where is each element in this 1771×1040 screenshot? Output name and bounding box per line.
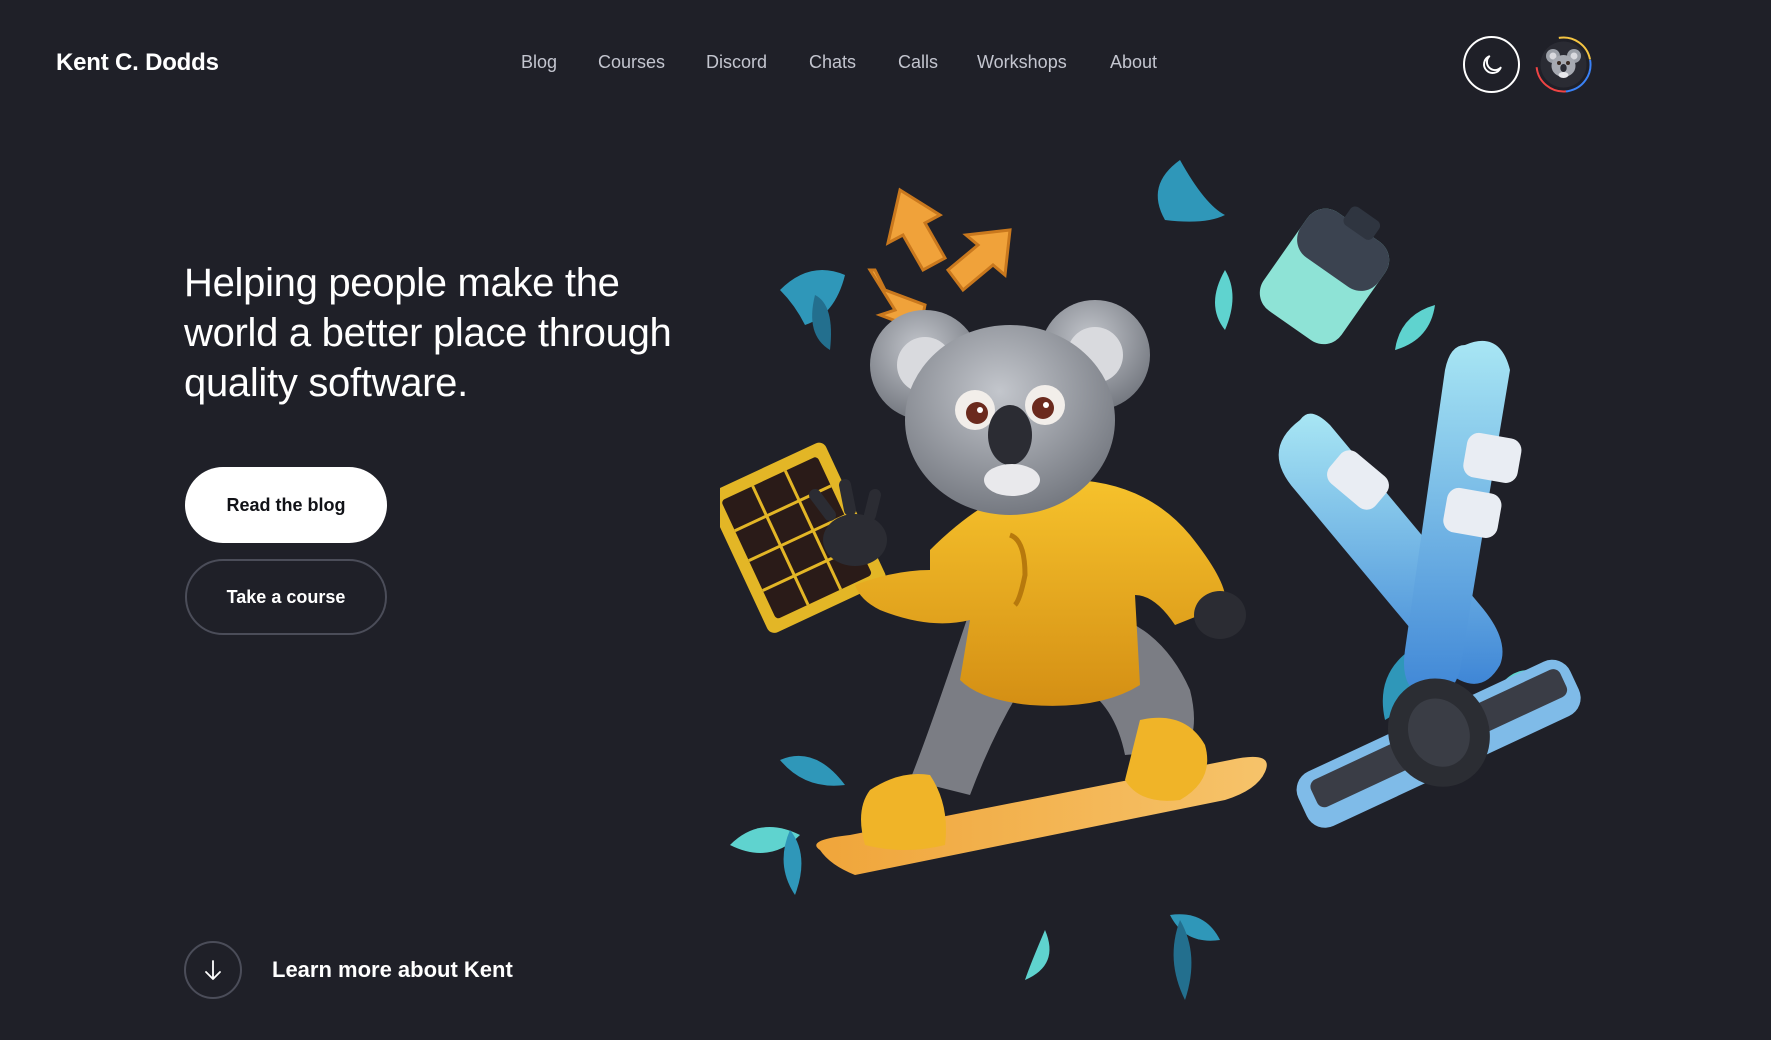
page: Kent C. Dodds Blog Courses Discord Chats… bbox=[0, 0, 1771, 1040]
koala-snowboarder-illustration bbox=[720, 160, 1581, 1000]
user-avatar-button[interactable] bbox=[1535, 36, 1592, 93]
nav-link-workshops[interactable]: Workshops bbox=[977, 52, 1067, 72]
skis-icon bbox=[1278, 340, 1522, 698]
nav-item-workshops: Workshops bbox=[977, 52, 1067, 73]
nav-link-blog[interactable]: Blog bbox=[521, 52, 557, 72]
learn-more-link[interactable]: Learn more about Kent bbox=[184, 941, 513, 999]
nav-item-about: About bbox=[1110, 52, 1157, 73]
koala-left-hand bbox=[823, 514, 887, 566]
nav-item-blog: Blog bbox=[521, 52, 557, 73]
koala-right-hand bbox=[1194, 591, 1246, 639]
nav-item-chats: Chats bbox=[809, 52, 856, 73]
nav-link-about[interactable]: About bbox=[1110, 52, 1157, 72]
nav-link-discord[interactable]: Discord bbox=[706, 52, 767, 72]
read-blog-button[interactable]: Read the blog bbox=[185, 467, 387, 543]
theme-toggle-button[interactable] bbox=[1463, 36, 1520, 93]
nav-link-calls[interactable]: Calls bbox=[898, 52, 938, 72]
learn-more-icon-circle bbox=[184, 941, 242, 999]
nav-item-discord: Discord bbox=[706, 52, 767, 73]
moon-icon bbox=[1482, 54, 1502, 74]
koala-avatar bbox=[1535, 36, 1592, 93]
arrow-down-icon bbox=[205, 960, 221, 980]
battery-icon bbox=[1259, 206, 1390, 345]
nav-item-courses: Courses bbox=[598, 52, 665, 73]
hero-headline: Helping people make the world a better p… bbox=[184, 261, 672, 405]
learn-more-label: Learn more about Kent bbox=[272, 957, 513, 982]
nav-link-chats[interactable]: Chats bbox=[809, 52, 856, 72]
site-logo[interactable]: Kent C. Dodds bbox=[56, 49, 219, 77]
nav-item-calls: Calls bbox=[898, 52, 938, 73]
recycle-icon bbox=[867, 187, 1012, 333]
nav-link-courses[interactable]: Courses bbox=[598, 52, 665, 72]
take-course-button[interactable]: Take a course bbox=[185, 559, 387, 635]
koala-head bbox=[870, 300, 1150, 515]
